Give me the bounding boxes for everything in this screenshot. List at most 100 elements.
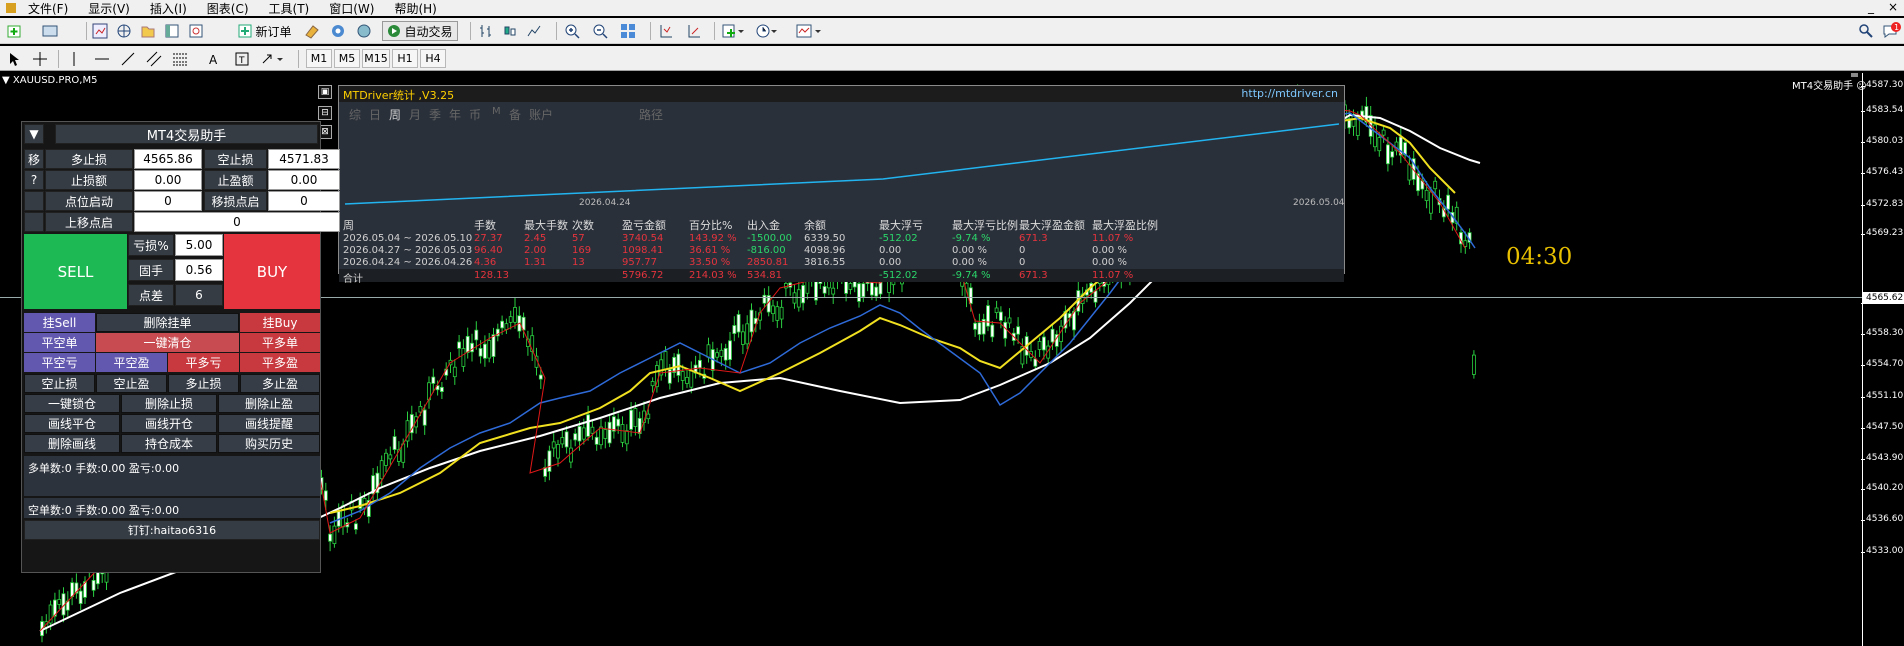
- close-all-button[interactable]: 一键清仓: [96, 333, 239, 352]
- sell-button[interactable]: SELL: [24, 234, 127, 309]
- delete-sl-button[interactable]: 删除止损: [121, 394, 217, 413]
- candlestick-icon[interactable]: [500, 21, 520, 41]
- strategy-tester-icon[interactable]: [186, 21, 206, 41]
- close-button[interactable]: ×: [1888, 0, 1898, 14]
- stats-collapse-button[interactable]: ▣: [318, 85, 332, 99]
- timeframe-h1[interactable]: H1: [392, 49, 418, 68]
- pending-buy-button[interactable]: 挂Buy: [240, 313, 320, 332]
- tab-day[interactable]: 日: [369, 106, 381, 123]
- vertical-line-icon[interactable]: [64, 49, 84, 69]
- menu-insert[interactable]: 插入(I): [140, 0, 197, 17]
- templates-icon[interactable]: [792, 21, 826, 41]
- market-watch-icon[interactable]: [90, 21, 110, 41]
- market-icon[interactable]: [354, 21, 374, 41]
- timeframe-m15[interactable]: M15: [362, 49, 390, 68]
- move-sl-input[interactable]: 0: [268, 191, 340, 211]
- close-short-button[interactable]: 平空单: [24, 333, 95, 352]
- tile-windows-icon[interactable]: [618, 21, 638, 41]
- tab-magic[interactable]: M: [492, 106, 501, 117]
- close-long-profit-button[interactable]: 平多盈: [240, 353, 320, 372]
- channel-icon[interactable]: [144, 49, 164, 69]
- minimize-button[interactable]: _: [1868, 0, 1874, 14]
- long-sl-input[interactable]: 4565.86: [134, 149, 202, 169]
- help-button[interactable]: ?: [24, 170, 44, 190]
- periods-icon[interactable]: [752, 21, 782, 41]
- purchase-history-button[interactable]: 购买历史: [218, 434, 320, 453]
- search-icon[interactable]: [1856, 21, 1876, 41]
- terminal-icon[interactable]: [162, 21, 182, 41]
- line-open-button[interactable]: 画线开仓: [121, 414, 217, 433]
- tab-note[interactable]: 备: [509, 106, 521, 123]
- horizontal-line-icon[interactable]: [92, 49, 112, 69]
- price-chart[interactable]: ▼ XAUUSD.PRO,M5 MT4交易助手 ☺ 04:30 4587.30 4…: [0, 73, 1904, 646]
- short-sl-input[interactable]: 4571.83: [268, 149, 340, 169]
- collapse-button[interactable]: ▼: [24, 124, 44, 144]
- timeframe-h4[interactable]: H4: [420, 49, 446, 68]
- close-short-loss-button[interactable]: 平空亏: [24, 353, 95, 372]
- profiles-icon[interactable]: [40, 21, 60, 41]
- data-window-icon[interactable]: [114, 21, 134, 41]
- move-button[interactable]: 移: [24, 149, 44, 169]
- metaeditor-icon[interactable]: [302, 21, 322, 41]
- long-tp-button[interactable]: 多止盈: [240, 374, 320, 393]
- price-axis[interactable]: 4587.30 4583.54 4580.03 4576.43 4572.83 4569.…: [1860, 73, 1904, 646]
- position-cost-button[interactable]: 持仓成本: [121, 434, 217, 453]
- notifications-icon[interactable]: 1: [1880, 21, 1902, 41]
- line-alert-button[interactable]: 画线提醒: [218, 414, 320, 433]
- close-long-loss-button[interactable]: 平多亏: [168, 353, 239, 372]
- tab-path[interactable]: 路径: [639, 106, 663, 123]
- indicators-icon[interactable]: [718, 21, 748, 41]
- short-tp-button[interactable]: 空止盈: [96, 374, 167, 393]
- stats-move-button[interactable]: ⊟: [318, 106, 332, 120]
- tab-year[interactable]: 年: [449, 106, 461, 123]
- bar-chart-icon[interactable]: [476, 21, 496, 41]
- zoom-in-icon[interactable]: [562, 21, 582, 41]
- signals-icon[interactable]: [328, 21, 348, 41]
- point-start-input[interactable]: 0: [134, 191, 202, 211]
- sl-amount-input[interactable]: 0.00: [134, 170, 202, 190]
- tab-month[interactable]: 月: [409, 106, 421, 123]
- timeframe-m1[interactable]: M1: [306, 49, 332, 68]
- crosshair-icon[interactable]: [30, 49, 50, 69]
- fibonacci-icon[interactable]: [170, 49, 190, 69]
- line-close-button[interactable]: 画线平仓: [24, 414, 120, 433]
- text-tool-icon[interactable]: A: [206, 49, 222, 69]
- chart-shift-icon[interactable]: [656, 21, 676, 41]
- new-chart-icon[interactable]: [4, 21, 26, 41]
- stats-url-link[interactable]: http://mtdriver.cn: [1241, 87, 1338, 100]
- auto-trading-button[interactable]: 自动交易: [382, 21, 458, 41]
- menu-view[interactable]: 显示(V): [78, 0, 140, 17]
- pending-sell-button[interactable]: 挂Sell: [24, 313, 95, 332]
- close-short-profit-button[interactable]: 平空盈: [96, 353, 167, 372]
- delete-pending-button[interactable]: 删除挂单: [96, 313, 239, 332]
- timeframe-m5[interactable]: M5: [334, 49, 360, 68]
- tab-overview[interactable]: 综: [349, 106, 361, 123]
- autoscroll-icon[interactable]: [684, 21, 704, 41]
- close-long-button[interactable]: 平多单: [240, 333, 320, 352]
- menu-file[interactable]: 文件(F): [18, 0, 78, 17]
- tab-account[interactable]: 账户: [529, 106, 553, 123]
- buy-button[interactable]: BUY: [224, 234, 320, 309]
- long-sl-button[interactable]: 多止损: [168, 374, 239, 393]
- fixed-lot-input[interactable]: 0.56: [175, 259, 223, 281]
- menu-charts[interactable]: 图表(C): [197, 0, 259, 17]
- tp-amount-input[interactable]: 0.00: [268, 170, 340, 190]
- lock-position-button[interactable]: 一键锁仓: [24, 394, 120, 413]
- tab-week[interactable]: 周: [389, 106, 401, 123]
- delete-tp-button[interactable]: 删除止盈: [218, 394, 320, 413]
- arrows-icon[interactable]: [258, 49, 288, 69]
- menu-window[interactable]: 窗口(W): [319, 0, 384, 17]
- cursor-icon[interactable]: [4, 49, 24, 69]
- tab-quarter[interactable]: 季: [429, 106, 441, 123]
- menu-tools[interactable]: 工具(T): [259, 0, 320, 17]
- new-order-button[interactable]: 新订单: [234, 21, 296, 41]
- delete-lines-button[interactable]: 删除画线: [24, 434, 120, 453]
- trendline-icon[interactable]: [118, 49, 138, 69]
- line-chart-icon[interactable]: [524, 21, 544, 41]
- short-sl-button[interactable]: 空止损: [24, 374, 95, 393]
- loss-pct-input[interactable]: 5.00: [175, 234, 223, 256]
- navigator-icon[interactable]: [138, 21, 158, 41]
- up-move-input[interactable]: 0: [134, 212, 340, 232]
- menu-help[interactable]: 帮助(H): [384, 0, 446, 17]
- text-label-icon[interactable]: T: [234, 49, 250, 69]
